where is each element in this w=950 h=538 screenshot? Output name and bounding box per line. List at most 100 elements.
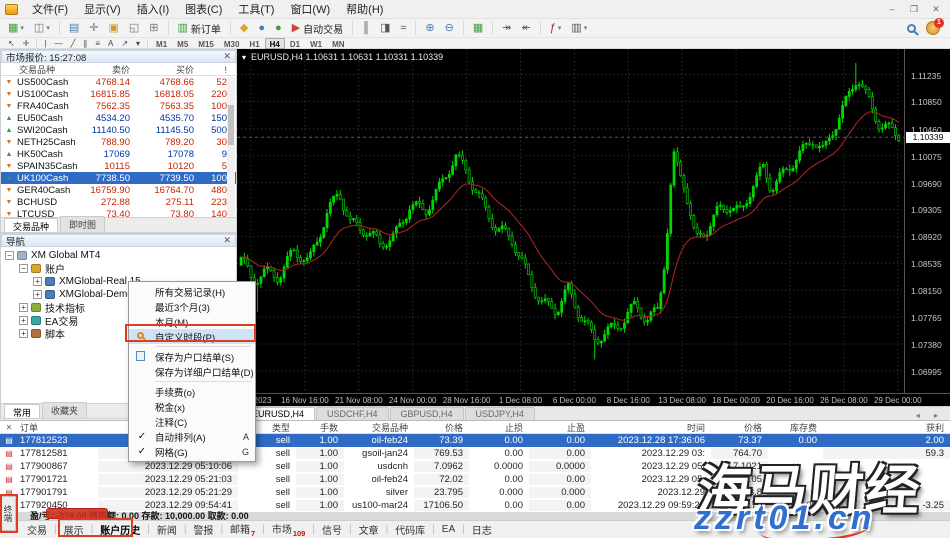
metaeditor-button[interactable]: ◆: [236, 20, 252, 36]
new-chart-button[interactable]: ▦▾: [4, 20, 28, 36]
timeframe-m1[interactable]: M1: [151, 38, 172, 49]
timeframe-m30[interactable]: M30: [219, 38, 245, 49]
navigator-toggle[interactable]: ▣: [104, 20, 122, 36]
market-row[interactable]: ▼SPAIN35Cash10115101205: [1, 160, 236, 172]
tile-windows-button[interactable]: ▦: [469, 20, 487, 36]
bars-mode-button[interactable]: ║: [358, 20, 374, 36]
chart-window[interactable]: ▾ EURUSD,H4 1.10631 1.10631 1.10331 1.10…: [237, 49, 950, 406]
column-header[interactable]: 价格: [414, 421, 469, 434]
timeframe-d1[interactable]: D1: [285, 38, 305, 49]
market-row[interactable]: ▼NETH25Cash788.90789.2030: [1, 136, 236, 148]
indicators-button[interactable]: ƒ▾: [546, 20, 566, 36]
timeframe-h4[interactable]: H4: [265, 38, 285, 49]
chart-tab[interactable]: GBPUSD,H4: [390, 407, 464, 420]
minimize-button[interactable]: –: [886, 4, 898, 15]
search-icon[interactable]: [907, 24, 916, 33]
terminal-tab-journal[interactable]: 日志: [465, 522, 499, 537]
terminal-tab-mailbox[interactable]: 邮箱7: [223, 521, 262, 538]
tree-item[interactable]: −XM Global MT4: [1, 249, 236, 262]
context-menu-item-all-history[interactable]: 所有交易记录(H): [129, 284, 255, 299]
chevron-down-icon[interactable]: ▾: [584, 24, 588, 32]
auto-scroll-button[interactable]: ↠: [498, 20, 515, 36]
vline-tool[interactable]: |: [40, 38, 50, 49]
time-axis[interactable]: 9 Nov 202316 Nov 16:0021 Nov 08:0024 Nov…: [237, 393, 950, 406]
chevron-down-icon[interactable]: ▾: [20, 24, 24, 32]
context-menu-item-auto-arrange[interactable]: ✓自动排列(A)A: [129, 429, 255, 444]
column-header[interactable]: 时间: [591, 421, 711, 434]
chart-tab[interactable]: USDCHF,H4: [316, 407, 389, 420]
shapes-dropdown[interactable]: ▾: [132, 38, 144, 49]
context-menu-item-save-as-report[interactable]: 保存为户口结单(S): [129, 349, 255, 364]
chart-tab-scroll-arrows[interactable]: ◂ ▸: [916, 411, 950, 420]
column-header[interactable]: 止盈: [529, 421, 591, 434]
column-header[interactable]: 订单: [18, 421, 98, 434]
chart-tab[interactable]: USDJPY,H4: [465, 407, 535, 420]
expand-icon[interactable]: +: [19, 329, 28, 338]
market-watch-scrollbar[interactable]: [227, 77, 235, 219]
collapse-icon[interactable]: −: [5, 251, 14, 260]
market-watch-tab[interactable]: 交易品种: [4, 218, 58, 232]
website-button[interactable]: ●: [271, 20, 286, 36]
market-row[interactable]: ▼FRA40Cash7562.357563.35100: [1, 100, 236, 112]
timeframe-mn[interactable]: MN: [327, 38, 349, 49]
menu-item-help[interactable]: 帮助(H): [338, 0, 391, 19]
market-watch-tab[interactable]: 即时图: [60, 216, 105, 232]
market-row[interactable]: ▼BCHUSD272.88275.11223: [1, 196, 236, 208]
zoom-out-button[interactable]: ⊖: [441, 20, 458, 36]
timeframe-w1[interactable]: W1: [305, 38, 327, 49]
hline-tool[interactable]: —: [50, 38, 66, 49]
price-chart[interactable]: [237, 49, 904, 393]
market-row[interactable]: ▲EU50Cash4534.204535.70150: [1, 112, 236, 124]
tree-item[interactable]: −账户: [1, 262, 236, 275]
market-row[interactable]: ▲SWI20Cash11140.5011145.50500: [1, 124, 236, 136]
close-button[interactable]: ✕: [930, 4, 942, 15]
close-icon[interactable]: ✕: [223, 51, 231, 62]
price-axis[interactable]: 1.112351.108501.104601.100751.096901.093…: [904, 49, 950, 393]
new-order-button[interactable]: ▥新订单: [174, 20, 225, 36]
terminal-tab-signals[interactable]: 信号: [315, 522, 349, 537]
candles-mode-button[interactable]: ◨: [376, 20, 394, 36]
menu-item-charts[interactable]: 图表(C): [177, 0, 230, 19]
menu-item-file[interactable]: 文件(F): [24, 0, 76, 19]
column-header[interactable]: 止损: [469, 421, 529, 434]
navigator-tab[interactable]: 收藏夹: [42, 402, 87, 418]
menu-item-tools[interactable]: 工具(T): [230, 0, 282, 19]
restore-button[interactable]: ❐: [908, 4, 920, 15]
collapse-icon[interactable]: −: [19, 264, 28, 273]
market-row[interactable]: ▲HK50Cash17069170789: [1, 148, 236, 160]
expand-icon[interactable]: +: [19, 303, 28, 312]
terminal-tab-alerts[interactable]: 警报: [186, 522, 220, 537]
menu-item-insert[interactable]: 插入(I): [129, 0, 177, 19]
notifications-icon[interactable]: 1: [926, 21, 940, 35]
market-row[interactable]: ▼GER40Cash16759.9016764.70480: [1, 184, 236, 196]
context-menu-item-save-as-detailed-report[interactable]: 保存为详细户口结单(D): [129, 364, 255, 379]
market-row[interactable]: ▼US100Cash16815.8516818.05220: [1, 88, 236, 100]
column-header[interactable]: 交易品种: [344, 421, 414, 434]
cursor-tool[interactable]: ↖: [4, 38, 19, 49]
context-menu-item-grid[interactable]: ✓网格(G)G: [129, 444, 255, 459]
terminal-tab-code-base[interactable]: 代码库: [388, 522, 432, 537]
context-menu-item-comments[interactable]: 注释(C): [129, 414, 255, 429]
terminal-tab-articles[interactable]: 文章: [352, 522, 386, 537]
timeframe-m15[interactable]: M15: [193, 38, 219, 49]
expand-icon[interactable]: +: [19, 316, 28, 325]
timeframe-m5[interactable]: M5: [172, 38, 193, 49]
community-button[interactable]: ●: [254, 20, 269, 36]
one-click-trading-icon[interactable]: ▾: [242, 53, 246, 62]
fibonacci-tool[interactable]: ≡: [91, 38, 104, 49]
auto-trading-button[interactable]: ▶自动交易: [288, 20, 347, 36]
column-header[interactable]: 价格: [711, 421, 768, 434]
menu-item-window[interactable]: 窗口(W): [282, 0, 338, 19]
expand-icon[interactable]: +: [33, 290, 42, 299]
market-row[interactable]: ▲UK100Cash7738.507739.50100: [1, 172, 236, 184]
column-header[interactable]: 手数: [296, 421, 344, 434]
close-icon[interactable]: ✕: [223, 235, 231, 246]
market-row[interactable]: ▼US500Cash4768.144768.6652: [1, 76, 236, 88]
arrows-tool[interactable]: ↗: [117, 38, 132, 49]
line-mode-button[interactable]: ≈: [396, 20, 410, 36]
terminal-toggle[interactable]: ◱: [125, 20, 143, 36]
chevron-down-icon[interactable]: ▾: [558, 24, 562, 32]
terminal-tab-experts[interactable]: EA: [435, 524, 462, 535]
periods-button[interactable]: ▥▾: [567, 20, 591, 36]
column-header[interactable]: 获利: [823, 421, 950, 434]
